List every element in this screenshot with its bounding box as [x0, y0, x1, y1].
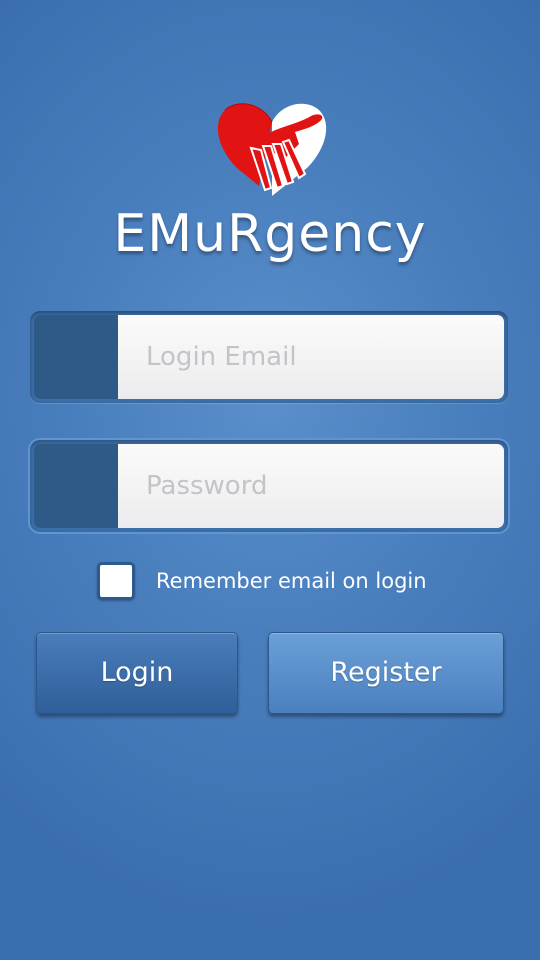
remember-email-row[interactable]: Remember email on login: [97, 562, 427, 600]
password-field-icon-box: [34, 444, 118, 528]
password-field[interactable]: [30, 440, 508, 532]
email-input[interactable]: [118, 315, 504, 399]
heart-hand-logo-icon: [217, 103, 327, 196]
email-field-icon-box: [34, 315, 118, 399]
app-title: EMuRgency: [113, 204, 427, 264]
email-field[interactable]: [30, 311, 508, 403]
register-button[interactable]: Register: [268, 632, 504, 714]
password-input[interactable]: [118, 444, 504, 528]
remember-email-label: Remember email on login: [156, 569, 427, 593]
remember-email-checkbox[interactable]: [97, 562, 135, 600]
login-button[interactable]: Login: [36, 632, 238, 714]
